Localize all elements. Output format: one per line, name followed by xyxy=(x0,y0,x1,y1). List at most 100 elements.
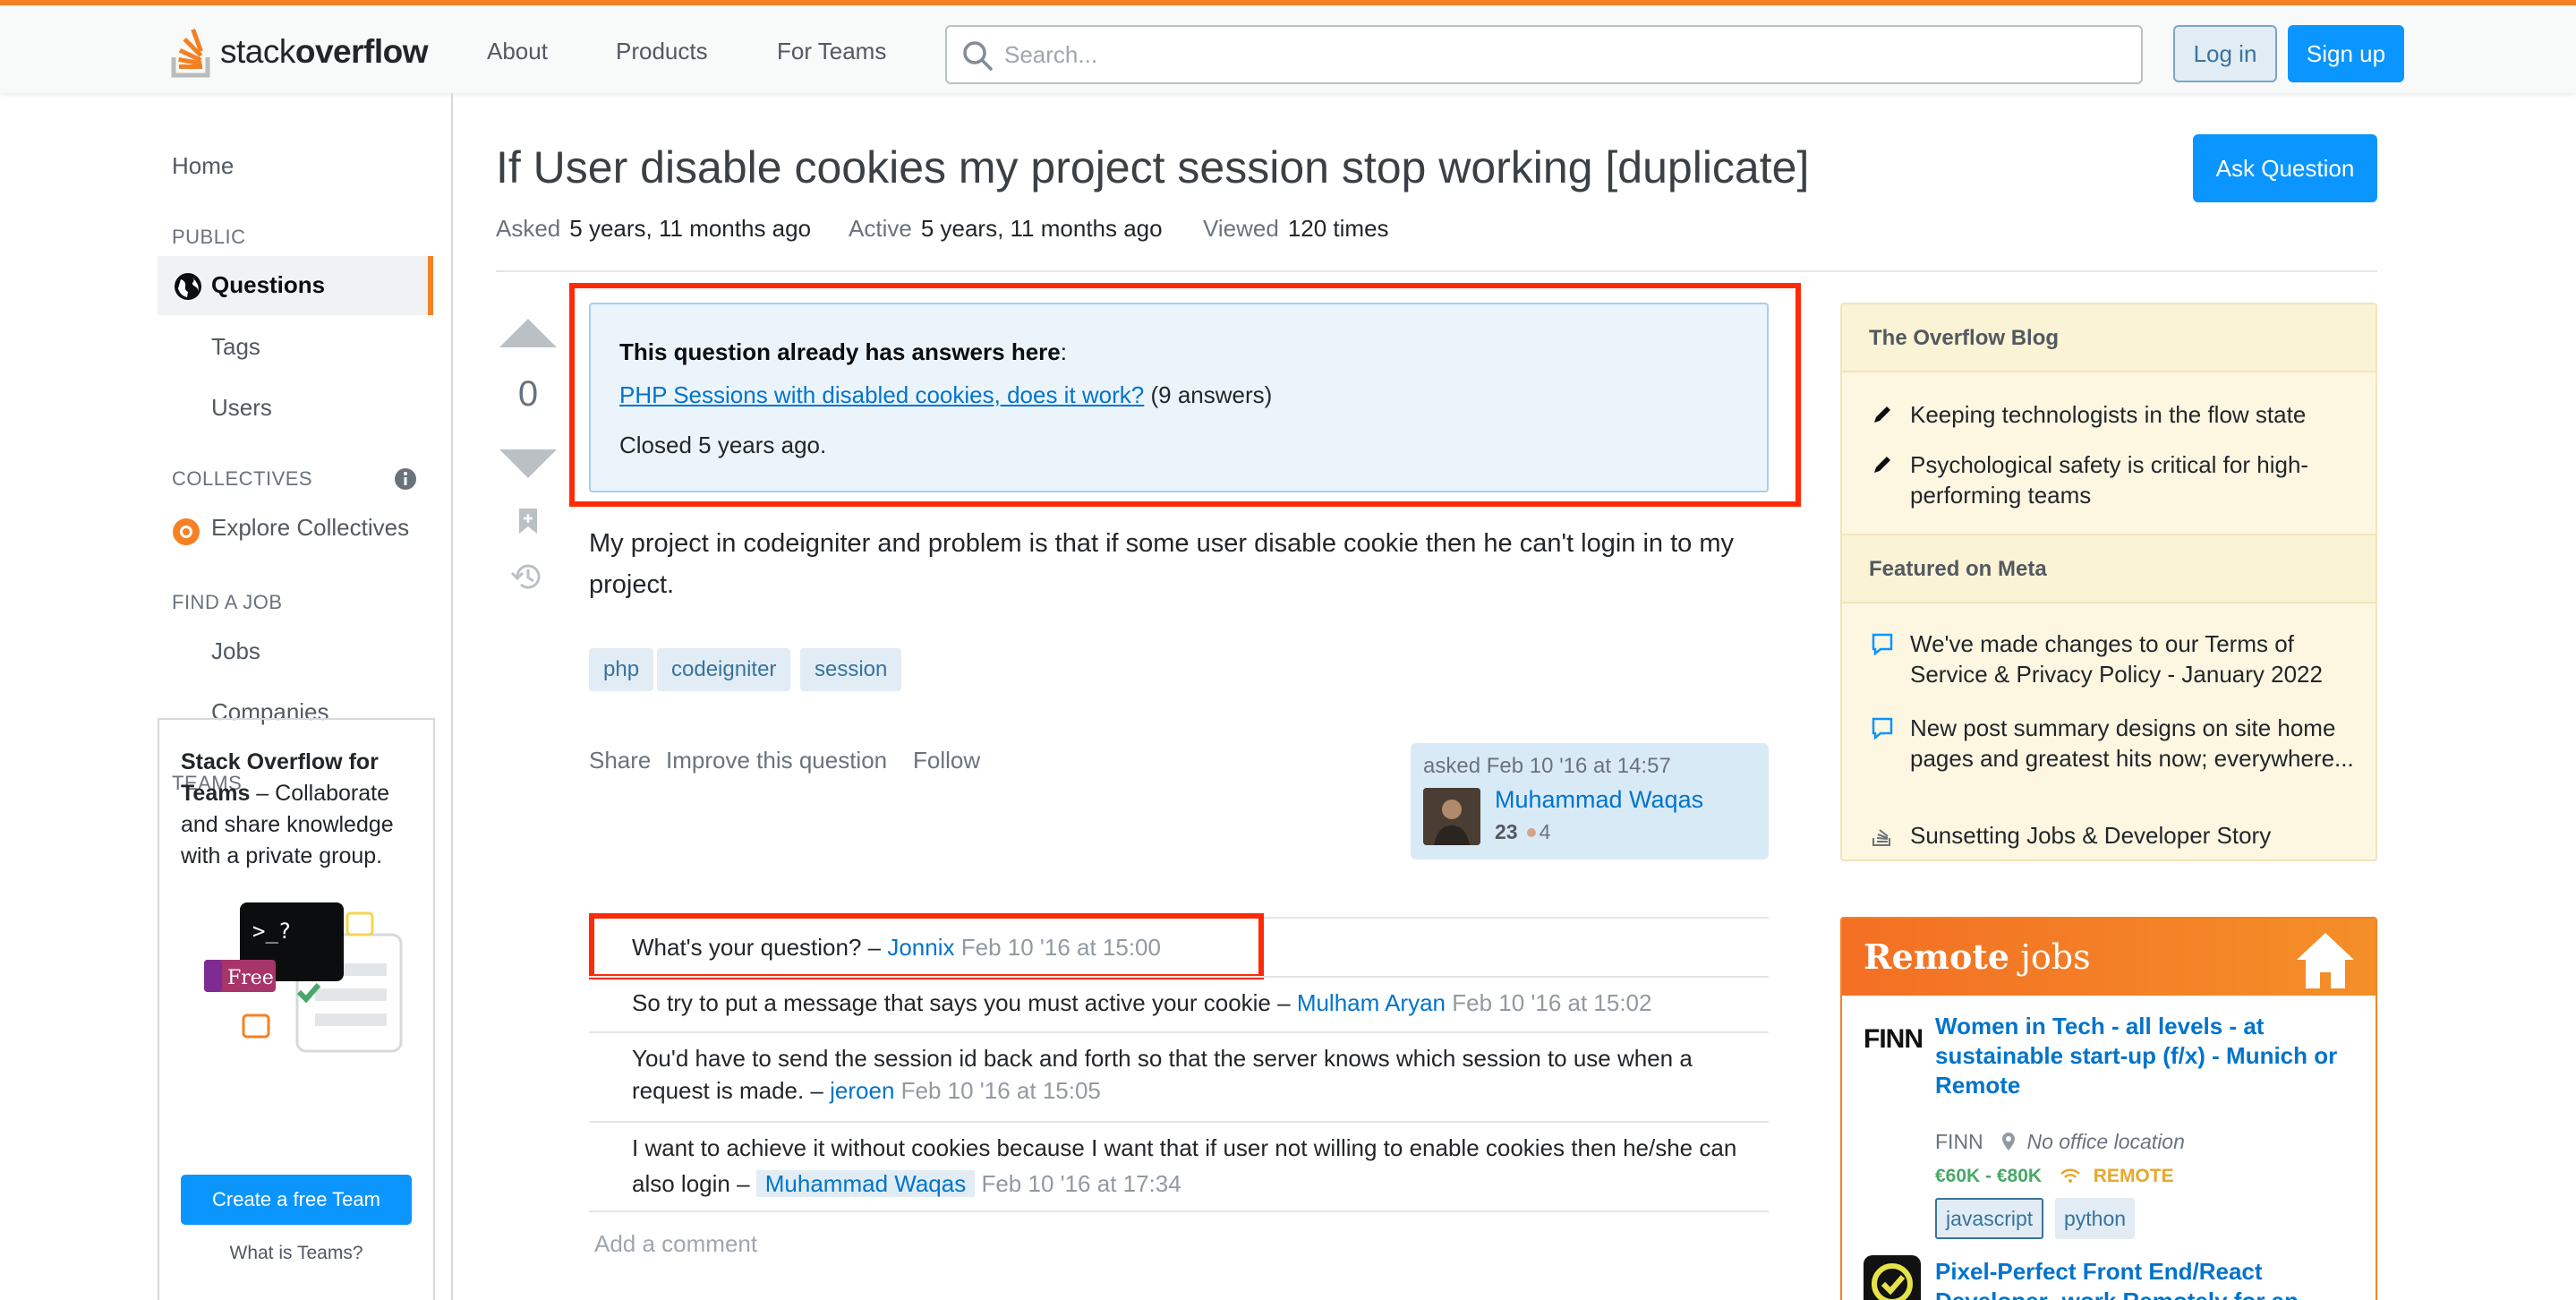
sidebar-item-explore-collectives-label: Explore Collectives xyxy=(211,514,410,541)
owner-card: asked Feb 10 '16 at 14:57 Muhammad Waqas… xyxy=(1411,743,1769,860)
location-pin-icon xyxy=(2002,1133,2016,1150)
sidebar-item-tags[interactable]: Tags xyxy=(211,333,260,361)
blog-item[interactable]: Keeping technologists in the flow state xyxy=(1910,399,2358,430)
meta-item[interactable]: Sunsetting Jobs & Developer Story xyxy=(1910,820,2358,851)
comment-bubble-icon xyxy=(1872,633,1893,655)
login-button[interactable]: Log in xyxy=(2173,25,2277,82)
sidebar-item-questions[interactable]: Questions xyxy=(158,256,433,315)
comment-item: So try to put a message that says you mu… xyxy=(632,989,1652,1016)
tag-session[interactable]: session xyxy=(800,648,902,691)
upvote-button[interactable] xyxy=(499,319,557,347)
blog-header: The Overflow Blog xyxy=(1842,304,2376,372)
create-team-button[interactable]: Create a free Team xyxy=(181,1175,412,1225)
vote-count: 0 xyxy=(517,374,539,414)
comment-item: I want to achieve it without cookies bec… xyxy=(632,1134,1737,1197)
owner-name[interactable]: Muhammad Waqas xyxy=(1495,786,1703,814)
follow-link[interactable]: Follow xyxy=(913,747,980,774)
comment-divider xyxy=(589,1031,1769,1033)
meta-item[interactable]: We've made changes to our Terms of Servi… xyxy=(1910,629,2358,689)
tag-php[interactable]: php xyxy=(589,648,654,691)
meta-active: Active 5 years, 11 months ago xyxy=(849,215,1163,242)
top-bar: stackoverflow About Products For Teams L… xyxy=(0,0,2576,93)
comment-user[interactable]: Mulham Aryan xyxy=(1297,989,1446,1016)
collectives-icon xyxy=(173,518,200,545)
teams-illustration xyxy=(204,902,403,1053)
signup-button[interactable]: Sign up xyxy=(2288,25,2404,82)
sidebar-heading-collectives: COLLECTIVES xyxy=(172,467,313,490)
sidebar-item-questions-label: Questions xyxy=(211,271,326,298)
remote-jobs-widget: Remote jobs FINN Women in Tech - all lev… xyxy=(1840,917,2377,1300)
stack-logo-icon xyxy=(171,29,210,78)
add-comment-link[interactable]: Add a comment xyxy=(594,1230,757,1258)
what-is-teams-link[interactable]: What is Teams? xyxy=(159,1243,433,1264)
title-divider xyxy=(496,270,2377,272)
comment-date[interactable]: Feb 10 '16 at 17:34 xyxy=(981,1170,1181,1197)
meta-viewed: Viewed 120 times xyxy=(1203,215,1389,242)
meta-item[interactable]: New post summary designs on site home pa… xyxy=(1910,713,2358,774)
comment-bubble-icon xyxy=(1872,717,1893,740)
job-salary: €60K - €80K REMOTE xyxy=(1935,1166,2174,1186)
job-tag-python[interactable]: python xyxy=(2055,1198,2136,1239)
blog-item[interactable]: Psychological safety is critical for hig… xyxy=(1910,449,2358,510)
pencil-icon xyxy=(1874,406,1890,423)
history-icon[interactable] xyxy=(510,559,546,594)
share-link[interactable]: Share xyxy=(589,747,651,774)
jobs-header: Remote jobs xyxy=(1842,919,2376,996)
nav-for-teams[interactable]: For Teams xyxy=(777,38,886,65)
stack-small-icon xyxy=(1872,829,1890,846)
search-input[interactable] xyxy=(1004,38,2123,72)
downvote-button[interactable] xyxy=(499,449,557,478)
teams-free-badge: Free xyxy=(227,967,274,989)
teams-terminal-text: >_? xyxy=(252,919,292,944)
avatar[interactable] xyxy=(1423,788,1480,845)
sidebar-item-jobs[interactable]: Jobs xyxy=(211,637,260,665)
sidebar-heading-public: PUBLIC xyxy=(172,226,246,248)
wifi-remote-icon xyxy=(2060,1168,2080,1183)
comment-divider xyxy=(589,1121,1769,1123)
bronze-badge-icon xyxy=(1526,828,1536,837)
finn-logo[interactable]: FINN xyxy=(1864,1024,1923,1055)
comment-user[interactable]: Muhammad Waqas xyxy=(755,1170,976,1197)
company-logo-icon[interactable] xyxy=(1864,1255,1921,1300)
meta-header: Featured on Meta xyxy=(1842,534,2376,603)
improve-question-link[interactable]: Improve this question xyxy=(666,747,887,774)
info-icon[interactable] xyxy=(394,467,417,491)
highlight-box-comment xyxy=(589,913,1264,979)
comment-item: You'd have to send the session id back a… xyxy=(632,1045,1693,1104)
owner-reputation: 23 4 xyxy=(1495,820,1551,843)
highlight-box-duplicate xyxy=(569,283,1801,507)
globe-icon xyxy=(175,273,201,300)
comment-date[interactable]: Feb 10 '16 at 15:02 xyxy=(1452,989,1651,1016)
overflow-blog-widget: The Overflow Blog Keeping technologists … xyxy=(1840,303,2377,861)
sidebar-item-home[interactable]: Home xyxy=(172,152,234,180)
meta-asked: Asked 5 years, 11 months ago xyxy=(496,215,812,242)
search-icon xyxy=(963,41,993,71)
comment-user[interactable]: jeroen xyxy=(830,1077,894,1104)
pencil-icon xyxy=(1874,457,1890,473)
logo-text: stackoverflow xyxy=(220,33,429,70)
bookmark-icon[interactable] xyxy=(517,507,539,535)
job-title[interactable]: Pixel-Perfect Front End/React Developer … xyxy=(1935,1257,2347,1300)
comment-divider xyxy=(589,1210,1769,1212)
person-avatar-icon xyxy=(1423,788,1480,845)
comment-date[interactable]: Feb 10 '16 at 15:05 xyxy=(901,1077,1101,1104)
ask-question-button[interactable]: Ask Question xyxy=(2193,134,2377,202)
sidebar-item-explore-collectives[interactable]: Explore Collectives xyxy=(172,514,440,546)
asked-date: asked Feb 10 '16 at 14:57 xyxy=(1423,754,1671,778)
nav-products[interactable]: Products xyxy=(616,38,708,65)
tag-codeigniter[interactable]: codeigniter xyxy=(657,648,791,691)
sidebar-item-users[interactable]: Users xyxy=(211,394,272,422)
nav-about[interactable]: About xyxy=(487,38,548,65)
stackoverflow-logo[interactable]: stackoverflow xyxy=(170,25,429,79)
search-box[interactable] xyxy=(945,25,2143,84)
home-icon xyxy=(2297,933,2354,988)
teams-promo: Stack Overflow for Teams – Collaborate a… xyxy=(158,718,435,1300)
job-company-location: FINN No office location xyxy=(1935,1130,2185,1153)
jobs-header-title: Remote jobs xyxy=(1864,937,2091,977)
question-title[interactable]: If User disable cookies my project sessi… xyxy=(496,141,1809,193)
job-tag-javascript[interactable]: javascript xyxy=(1935,1198,2044,1239)
sidebar-heading-find-job: FIND A JOB xyxy=(172,591,283,613)
comment-divider xyxy=(589,976,1769,978)
question-body: My project in codeigniter and problem is… xyxy=(589,529,1734,599)
job-title[interactable]: Women in Tech - all levels - at sustaina… xyxy=(1935,1012,2347,1100)
